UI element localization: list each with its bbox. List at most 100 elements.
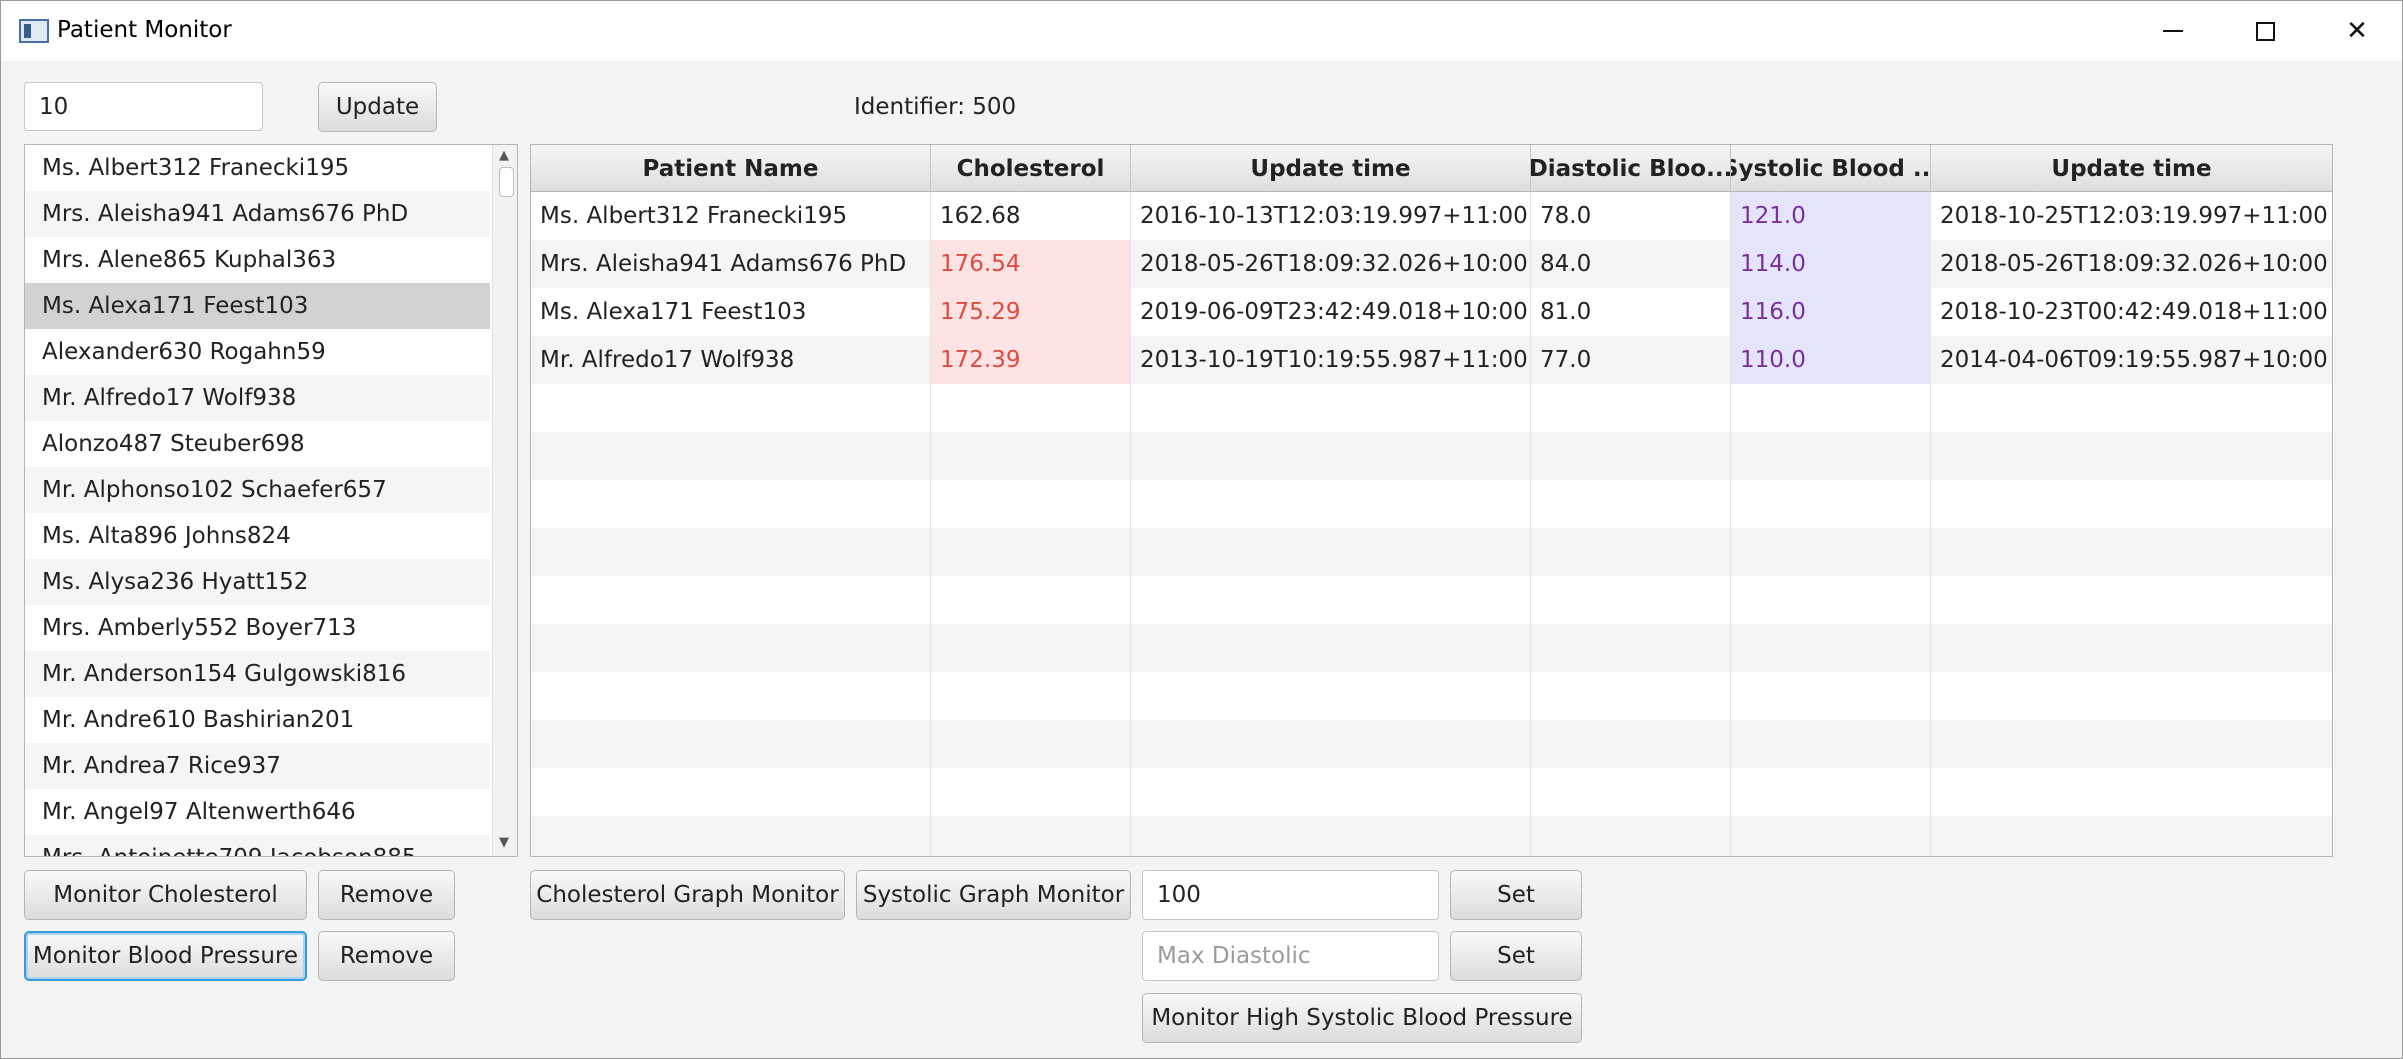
cell-cholesterol — [931, 672, 1131, 720]
patient-list-item[interactable]: Mrs. Aleisha941 Adams676 PhD — [25, 191, 490, 237]
cell-diastolic: 81.0 — [1531, 288, 1731, 336]
table-row[interactable]: Ms. Alexa171 Feest103 175.29 2019-06-09T23… — [531, 288, 2332, 336]
cell-patient-name: Mr. Alfredo17 Wolf938 — [531, 336, 931, 384]
cell-patient-name — [531, 624, 931, 672]
scrollbar-thumb[interactable] — [499, 167, 514, 197]
patient-list-item[interactable]: Mr. Alphonso102 Schaefer657 — [25, 467, 490, 513]
cell-cholesterol: 176.54 — [931, 240, 1131, 288]
patient-list-item[interactable]: Mr. Angel97 Altenwerth646 — [25, 789, 490, 835]
monitor-blood-pressure-button[interactable]: Monitor Blood Pressure — [24, 931, 307, 981]
close-button[interactable]: ✕ — [2311, 1, 2403, 61]
scroll-up-icon[interactable]: ▲ — [499, 148, 509, 163]
table-row[interactable]: Ms. Albert312 Franecki195 162.68 2016-10-1… — [531, 192, 2332, 240]
patient-count-input[interactable]: 10 — [24, 82, 263, 131]
remove-blood-pressure-button[interactable]: Remove — [318, 931, 455, 981]
max-systolic-input[interactable]: 100 — [1142, 870, 1439, 920]
window-title: Patient Monitor — [57, 17, 232, 43]
patient-list-item[interactable]: Alonzo487 Steuber698 — [25, 421, 490, 467]
col-cholesterol-update-time[interactable]: Update time — [1131, 145, 1531, 192]
cell-bp-update-time — [1931, 624, 2332, 672]
patient-list[interactable]: Ms. Albert312 Franecki195 Mrs. Aleisha941… — [24, 144, 518, 857]
cell-systolic: 110.0 — [1731, 336, 1931, 384]
cell-cholesterol — [931, 768, 1131, 816]
col-systolic[interactable]: Systolic Blood ... — [1731, 145, 1931, 192]
table-row[interactable]: Mr. Alfredo17 Wolf938 172.39 2013-10-19T10… — [531, 336, 2332, 384]
patient-list-item[interactable]: Mrs. Amberly552 Boyer713 — [25, 605, 490, 651]
table-row[interactable] — [531, 384, 2332, 432]
col-bp-update-time[interactable]: Update time — [1931, 145, 2332, 192]
table-row[interactable] — [531, 480, 2332, 528]
cell-patient-name — [531, 576, 931, 624]
cell-diastolic — [1531, 768, 1731, 816]
table-row[interactable] — [531, 576, 2332, 624]
monitor-table[interactable]: Patient Name Cholesterol Update time Dia… — [530, 144, 2333, 857]
cell-bp-update-time — [1931, 720, 2332, 768]
cell-diastolic — [1531, 576, 1731, 624]
set-systolic-button[interactable]: Set — [1450, 870, 1582, 920]
cell-cholesterol-update-time: 2018-05-26T18:09:32.026+10:00 — [1131, 240, 1531, 288]
minimize-button[interactable] — [2127, 1, 2219, 61]
systolic-graph-monitor-button[interactable]: Systolic Graph Monitor — [856, 870, 1131, 920]
cell-bp-update-time: 2018-10-25T12:03:19.997+11:00 — [1931, 192, 2332, 240]
patient-list-item[interactable]: Ms. Albert312 Franecki195 — [25, 145, 490, 191]
table-header: Patient Name Cholesterol Update time Dia… — [531, 145, 2332, 192]
cell-bp-update-time — [1931, 768, 2332, 816]
cell-cholesterol — [931, 624, 1131, 672]
cell-diastolic — [1531, 384, 1731, 432]
patient-list-item[interactable]: Ms. Alta896 Johns824 — [25, 513, 490, 559]
patient-list-item[interactable]: Mr. Andre610 Bashirian201 — [25, 697, 490, 743]
cell-diastolic — [1531, 720, 1731, 768]
cell-systolic: 116.0 — [1731, 288, 1931, 336]
cell-patient-name — [531, 768, 931, 816]
patient-list-item[interactable]: Ms. Alexa171 Feest103 — [25, 283, 490, 329]
table-row[interactable] — [531, 720, 2332, 768]
patient-list-item[interactable]: Mrs. Antoinette709 Jacobson885 — [25, 835, 490, 856]
cell-patient-name: Ms. Albert312 Franecki195 — [531, 192, 931, 240]
cell-systolic — [1731, 816, 1931, 856]
set-diastolic-button[interactable]: Set — [1450, 931, 1582, 981]
col-cholesterol[interactable]: Cholesterol — [931, 145, 1131, 192]
cell-cholesterol — [931, 720, 1131, 768]
table-row[interactable] — [531, 768, 2332, 816]
patient-list-item[interactable]: Mr. Alfredo17 Wolf938 — [25, 375, 490, 421]
max-diastolic-input[interactable]: Max Diastolic — [1142, 931, 1439, 981]
maximize-button[interactable] — [2219, 1, 2311, 61]
cell-cholesterol-update-time — [1131, 672, 1531, 720]
cell-cholesterol-update-time — [1131, 480, 1531, 528]
monitor-high-systolic-button[interactable]: Monitor High Systolic Blood Pressure — [1142, 993, 1582, 1043]
table-row[interactable] — [531, 528, 2332, 576]
cell-bp-update-time — [1931, 432, 2332, 480]
cell-cholesterol-update-time — [1131, 768, 1531, 816]
col-patient-name[interactable]: Patient Name — [531, 145, 931, 192]
update-button[interactable]: Update — [318, 82, 437, 132]
list-scrollbar[interactable]: ▲ ▼ — [492, 145, 517, 856]
table-row[interactable]: Mrs. Aleisha941 Adams676 PhD 176.54 2018-0… — [531, 240, 2332, 288]
cell-patient-name — [531, 480, 931, 528]
remove-cholesterol-button[interactable]: Remove — [318, 870, 455, 920]
patient-list-item[interactable]: Alexander630 Rogahn59 — [25, 329, 490, 375]
cell-diastolic: 78.0 — [1531, 192, 1731, 240]
cell-bp-update-time — [1931, 672, 2332, 720]
table-row[interactable] — [531, 432, 2332, 480]
patient-list-item[interactable]: Ms. Alysa236 Hyatt152 — [25, 559, 490, 605]
cell-patient-name — [531, 432, 931, 480]
cell-patient-name — [531, 816, 931, 856]
cell-patient-name — [531, 384, 931, 432]
patient-list-item[interactable]: Mr. Anderson154 Gulgowski816 — [25, 651, 490, 697]
cell-cholesterol — [931, 528, 1131, 576]
cell-patient-name — [531, 528, 931, 576]
table-row[interactable] — [531, 816, 2332, 856]
cholesterol-graph-monitor-button[interactable]: Cholesterol Graph Monitor — [530, 870, 845, 920]
patient-list-item[interactable]: Mrs. Alene865 Kuphal363 — [25, 237, 490, 283]
table-row[interactable] — [531, 624, 2332, 672]
scroll-down-icon[interactable]: ▼ — [499, 835, 509, 850]
col-diastolic[interactable]: Diastolic Bloo... — [1531, 145, 1731, 192]
cell-diastolic: 77.0 — [1531, 336, 1731, 384]
table-row[interactable] — [531, 672, 2332, 720]
cell-systolic — [1731, 576, 1931, 624]
close-icon: ✕ — [2346, 16, 2368, 46]
cell-diastolic — [1531, 432, 1731, 480]
cell-patient-name — [531, 672, 931, 720]
patient-list-item[interactable]: Mr. Andrea7 Rice937 — [25, 743, 490, 789]
monitor-cholesterol-button[interactable]: Monitor Cholesterol — [24, 870, 307, 920]
